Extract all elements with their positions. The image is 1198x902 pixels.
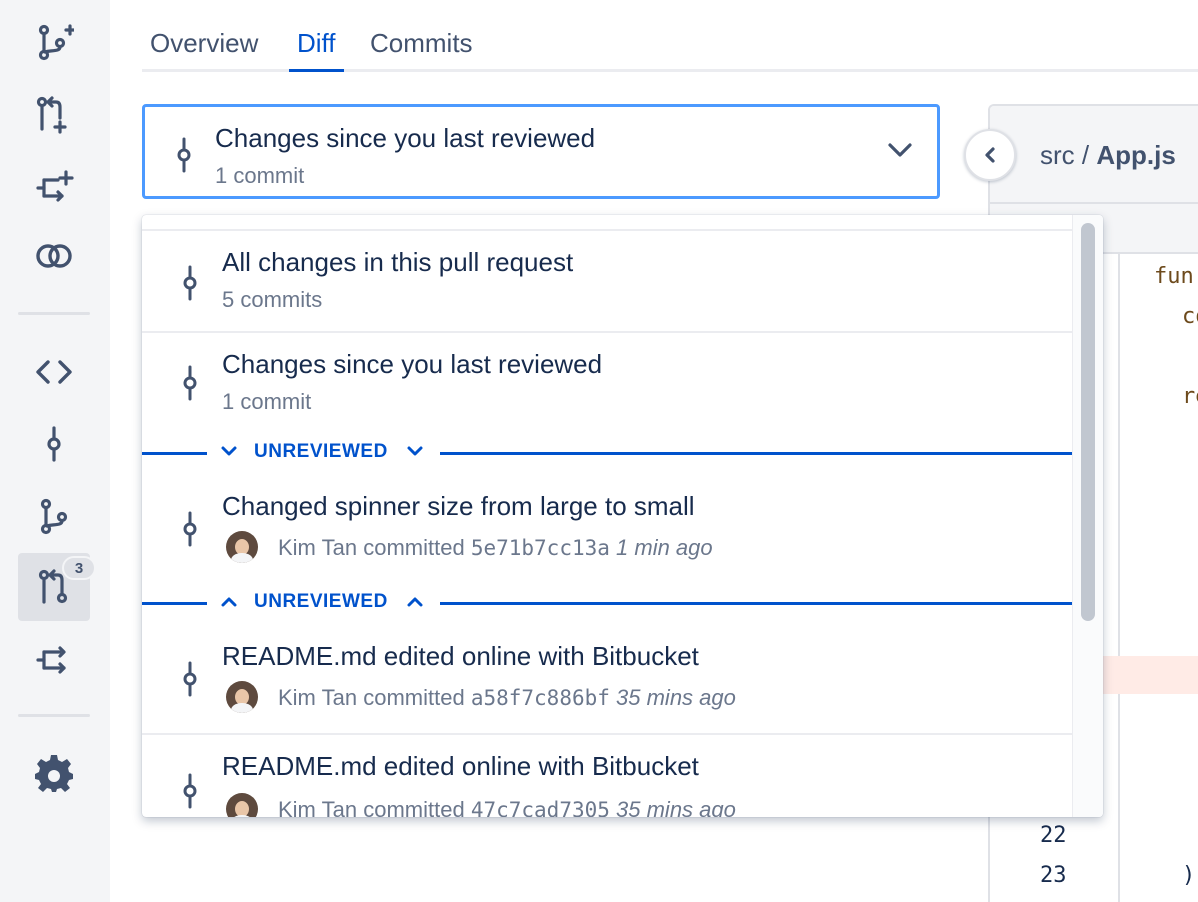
commit-icon xyxy=(183,365,197,401)
selector-title: Changes since you last reviewed xyxy=(215,123,596,153)
collapse-file-tree-button[interactable] xyxy=(964,129,1016,181)
dropdown-option-since-last-review[interactable]: Changes since you last reviewed 1 commit xyxy=(142,333,1072,443)
settings-button[interactable] xyxy=(18,740,90,808)
fork-create-icon xyxy=(36,170,74,202)
commit-message: Changed spinner size from large to small xyxy=(222,491,695,521)
file-name[interactable]: App.js xyxy=(1096,140,1175,170)
avatar xyxy=(226,531,258,563)
commit-hash[interactable]: 47c7cad7305 xyxy=(471,798,610,817)
sidebar-divider xyxy=(18,312,90,315)
commit-item[interactable]: README.md edited online with Bitbucket K… xyxy=(142,735,1072,817)
chevron-up-icon xyxy=(221,597,237,607)
commits-icon xyxy=(47,426,61,462)
settings-icon xyxy=(35,755,73,792)
branches-icon xyxy=(40,498,68,535)
code-line: ) xyxy=(1182,863,1196,888)
commit-item[interactable]: README.md edited online with Bitbucket K… xyxy=(142,625,1072,733)
divider-line xyxy=(440,452,1072,455)
option-title: All changes in this pull request xyxy=(222,247,574,277)
avatar xyxy=(226,793,258,817)
chevron-down-icon xyxy=(407,446,423,456)
pull-request-create-icon xyxy=(36,96,67,134)
create-fork-button[interactable] xyxy=(18,150,90,218)
commit-message: README.md edited online with Bitbucket xyxy=(222,641,699,671)
code-line: re xyxy=(1182,384,1198,409)
commit-icon xyxy=(183,661,197,697)
commit-author: Kim Tan xyxy=(278,797,358,817)
line-number-gutter xyxy=(1118,254,1120,902)
line-number: 22 xyxy=(1040,823,1067,848)
commit-meta: Kim Tan committed a58f7c886bf 35 mins ag… xyxy=(278,685,736,711)
chevron-up-icon xyxy=(407,597,423,607)
selector-subtitle: 1 commit xyxy=(215,163,305,188)
commit-item[interactable]: Changed spinner size from large to small… xyxy=(142,475,1072,585)
removed-line xyxy=(1102,656,1198,694)
forks-icon xyxy=(36,646,66,674)
source-code-icon xyxy=(36,360,72,384)
divider-line xyxy=(440,602,1072,605)
branch-create-icon xyxy=(38,24,74,61)
tab-commits[interactable]: Commits xyxy=(362,28,481,72)
avatar xyxy=(226,681,258,713)
commit-icon xyxy=(183,265,197,301)
chevron-left-icon xyxy=(985,147,995,163)
file-path: src / App.js xyxy=(1040,140,1176,171)
divider-line xyxy=(142,452,207,455)
commit-icon xyxy=(183,773,197,809)
commit-time: 35 mins ago xyxy=(616,797,736,817)
dropdown-option-all-changes[interactable]: All changes in this pull request 5 commi… xyxy=(142,231,1072,331)
code-line: co xyxy=(1182,304,1198,329)
commit-hash[interactable]: a58f7c886bf xyxy=(471,686,610,710)
compare-button[interactable] xyxy=(18,222,90,290)
file-header: src / App.js xyxy=(990,106,1198,204)
line-number: 23 xyxy=(1040,863,1067,888)
commit-verb: committed xyxy=(363,535,465,560)
commit-verb: committed xyxy=(363,685,465,710)
commit-icon xyxy=(183,511,197,547)
project-sidebar: 3 xyxy=(0,0,110,902)
branches-button[interactable] xyxy=(18,482,90,550)
pull-requests-count-badge: 3 xyxy=(62,556,96,580)
commits-button[interactable] xyxy=(18,410,90,478)
unreviewed-label: UNREVIEWED xyxy=(254,591,388,612)
tab-diff[interactable]: Diff xyxy=(289,28,344,72)
chevron-down-icon xyxy=(221,446,237,456)
sidebar-divider xyxy=(18,714,90,717)
option-subtitle: 5 commits xyxy=(222,287,323,312)
commit-meta: Kim Tan committed 47c7cad7305 35 mins ag… xyxy=(278,797,736,817)
option-title: Changes since you last reviewed xyxy=(222,349,603,379)
forks-button[interactable] xyxy=(18,624,90,692)
divider-line xyxy=(142,602,207,605)
commit-message: README.md edited online with Bitbucket xyxy=(222,751,699,781)
diff-range-dropdown: All changes in this pull request 5 commi… xyxy=(142,215,1103,817)
unreviewed-label: UNREVIEWED xyxy=(254,441,388,462)
create-pull-request-button[interactable] xyxy=(18,80,90,148)
commit-time: 35 mins ago xyxy=(616,685,736,710)
commit-meta: Kim Tan committed 5e71b7cc13a 1 min ago xyxy=(278,535,713,561)
commit-hash[interactable]: 5e71b7cc13a xyxy=(471,536,610,560)
commit-author: Kim Tan xyxy=(278,685,358,710)
unreviewed-divider-start[interactable]: UNREVIEWED xyxy=(142,438,1072,468)
unreviewed-divider-end[interactable]: UNREVIEWED xyxy=(142,588,1072,618)
option-subtitle: 1 commit xyxy=(222,389,312,414)
compare-icon xyxy=(36,244,72,268)
commit-author: Kim Tan xyxy=(278,535,358,560)
source-button[interactable] xyxy=(18,338,90,406)
code-line: fun xyxy=(1154,264,1194,289)
pull-request-tabs: Overview Diff Commits xyxy=(142,22,1198,72)
create-branch-button[interactable] xyxy=(18,8,90,76)
tab-overview[interactable]: Overview xyxy=(142,28,266,72)
commit-icon xyxy=(177,137,191,173)
chevron-down-icon xyxy=(888,143,912,157)
dropdown-scrollbar[interactable] xyxy=(1072,215,1103,817)
commit-time: 1 min ago xyxy=(616,535,713,560)
commit-verb: committed xyxy=(363,797,465,817)
file-directory[interactable]: src xyxy=(1040,140,1075,170)
path-separator: / xyxy=(1081,140,1090,170)
diff-range-selector[interactable]: Changes since you last reviewed 1 commit xyxy=(142,104,940,199)
scrollbar-thumb[interactable] xyxy=(1081,223,1095,621)
